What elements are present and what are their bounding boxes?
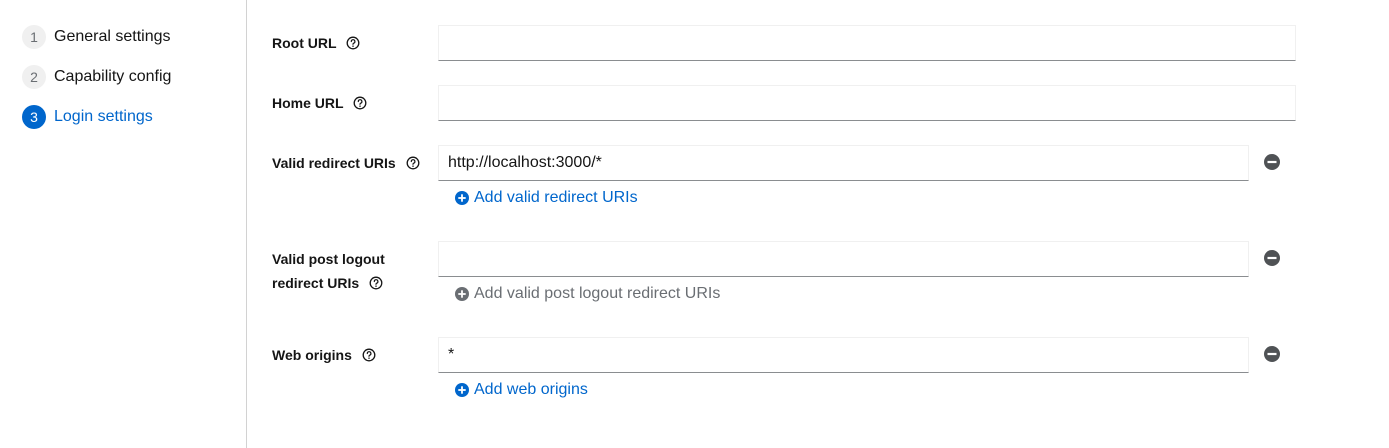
help-icon[interactable]: [362, 348, 376, 362]
wizard-step-capability-config[interactable]: 2 Capability config: [22, 65, 171, 89]
wizard-nav: 1 General settings 2 Capability config 3…: [0, 0, 247, 448]
add-valid-post-logout-redirect-uris-button[interactable]: Add valid post logout redirect URIs: [455, 284, 720, 304]
valid-redirect-uris-label-text: Valid redirect URIs: [272, 155, 396, 171]
add-valid-post-logout-label: Add valid post logout redirect URIs: [474, 285, 721, 302]
web-origin-input[interactable]: [438, 337, 1249, 373]
add-valid-redirect-uris-button[interactable]: Add valid redirect URIs: [455, 188, 638, 208]
valid-redirect-uri-input[interactable]: [438, 145, 1249, 181]
help-icon[interactable]: [346, 36, 360, 50]
step-number: 1: [22, 25, 46, 49]
valid-post-logout-label-line1: Valid post logout: [272, 251, 385, 267]
root-url-label-text: Root URL: [272, 35, 337, 51]
home-url-label: Home URL: [272, 91, 367, 115]
add-web-origins-label: Add web origins: [474, 381, 588, 398]
valid-post-logout-label-line2: redirect URIs: [272, 275, 360, 291]
plus-circle-icon: [455, 383, 469, 397]
help-icon[interactable]: [406, 156, 420, 170]
home-url-input[interactable]: [438, 85, 1296, 121]
step-number: 2: [22, 65, 46, 89]
add-web-origins-button[interactable]: Add web origins: [455, 380, 588, 400]
home-url-label-text: Home URL: [272, 95, 344, 111]
step-number: 3: [22, 105, 46, 129]
root-url-label: Root URL: [272, 31, 360, 55]
web-origins-label-text: Web origins: [272, 347, 352, 363]
step-label: Login settings: [54, 108, 153, 125]
wizard-step-login-settings[interactable]: 3 Login settings: [22, 105, 153, 129]
remove-redirect-uri-icon[interactable]: [1263, 153, 1281, 171]
help-icon[interactable]: [353, 96, 367, 110]
remove-web-origin-icon[interactable]: [1263, 345, 1281, 363]
login-settings-page: 1 General settings 2 Capability config 3…: [0, 0, 1389, 448]
remove-post-logout-uri-icon[interactable]: [1263, 249, 1281, 267]
valid-post-logout-redirect-uri-input[interactable]: [438, 241, 1249, 277]
valid-post-logout-label: Valid post logout: [272, 247, 385, 271]
add-valid-redirect-uris-label: Add valid redirect URIs: [474, 189, 638, 206]
plus-circle-icon: [455, 191, 469, 205]
step-label: General settings: [54, 28, 171, 45]
wizard-step-general-settings[interactable]: 1 General settings: [22, 25, 171, 49]
step-label: Capability config: [54, 68, 172, 85]
web-origins-label: Web origins: [272, 343, 376, 367]
plus-circle-icon: [455, 287, 469, 301]
valid-redirect-uris-label: Valid redirect URIs: [272, 151, 420, 175]
help-icon[interactable]: [369, 276, 383, 290]
valid-post-logout-label-cont: redirect URIs: [272, 271, 383, 295]
root-url-input[interactable]: [438, 25, 1296, 61]
